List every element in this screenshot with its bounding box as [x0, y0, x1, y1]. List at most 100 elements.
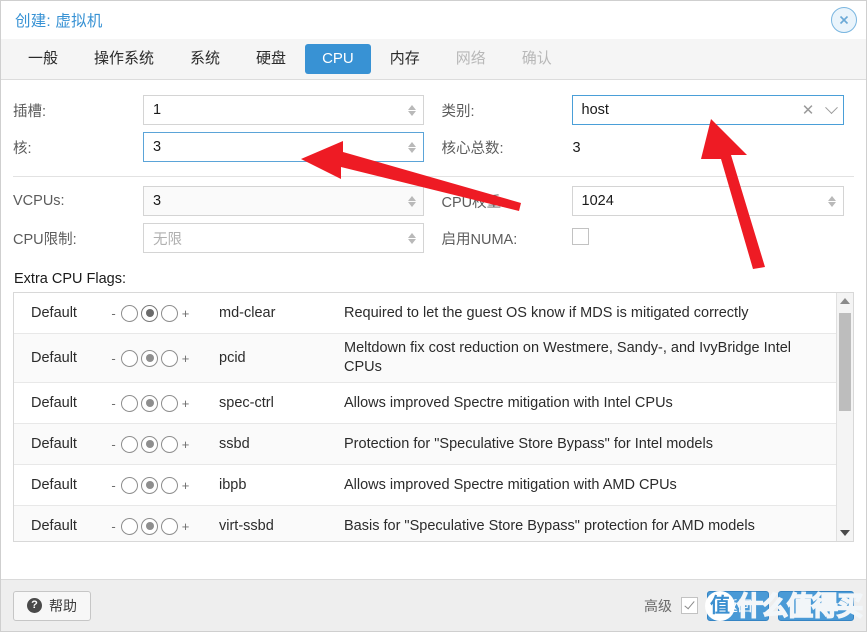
tab-system[interactable]: 系统 — [173, 44, 237, 74]
sockets-value: 1 — [144, 102, 401, 118]
help-button[interactable]: ? 帮助 — [13, 591, 91, 621]
flag-description: Allows improved Spectre mitigation with … — [344, 394, 836, 413]
cpu-form-right-column-2: CPU权重: 1024 启用NUMA: — [434, 183, 855, 257]
radio-off[interactable] — [121, 395, 138, 412]
sockets-label: 插槽: — [13, 100, 143, 121]
radio-on[interactable] — [161, 305, 178, 322]
radio-off[interactable] — [121, 305, 138, 322]
flag-tristate-control[interactable]: - + — [109, 477, 219, 494]
tab-cpu[interactable]: CPU — [305, 44, 371, 74]
radio-default[interactable] — [141, 518, 158, 535]
radio-off[interactable] — [121, 436, 138, 453]
table-row[interactable]: Default - + ssbd Protection for "Specula… — [14, 424, 836, 465]
chevron-down-icon[interactable] — [819, 106, 843, 115]
table-row[interactable]: Default - + md-clear Required to let the… — [14, 293, 836, 334]
radio-on[interactable] — [161, 477, 178, 494]
cpu-limit-value: 无限 — [144, 228, 401, 249]
plus-sign: + — [181, 478, 190, 493]
radio-on[interactable] — [161, 436, 178, 453]
back-button[interactable]: 返回 — [707, 591, 769, 621]
sockets-stepper[interactable] — [401, 105, 423, 116]
field-sockets: 插槽: 1 — [13, 92, 434, 128]
scrollbar-thumb[interactable] — [839, 313, 851, 411]
minus-sign: - — [109, 437, 118, 452]
flag-description: Required to let the guest OS know if MDS… — [344, 304, 836, 323]
dialog-footer: ? 帮助 高级 返回 下一步 值 什么值得买 — [1, 579, 866, 631]
cpu-units-label: CPU权重: — [442, 191, 572, 212]
field-cpu-units: CPU权重: 1024 — [442, 183, 855, 219]
cpu-limit-label: CPU限制: — [13, 228, 143, 249]
next-button[interactable]: 下一步 — [778, 591, 854, 621]
page-title: 创建: 虚拟机 — [15, 9, 103, 31]
table-row[interactable]: Default - + spec-ctrl Allows improved Sp… — [14, 383, 836, 424]
flag-name: md-clear — [219, 305, 344, 321]
tab-general[interactable]: 一般 — [11, 44, 75, 74]
cpu-limit-stepper[interactable] — [401, 233, 423, 244]
flag-state: Default — [14, 305, 109, 321]
flag-tristate-control[interactable]: - + — [109, 350, 219, 367]
scroll-down-arrow-icon[interactable] — [837, 525, 853, 541]
clear-x-icon[interactable]: ✕ — [797, 101, 819, 119]
flag-tristate-control[interactable]: - + — [109, 436, 219, 453]
tab-memory[interactable]: 内存 — [373, 44, 437, 74]
minus-sign: - — [109, 351, 118, 366]
cpu-form-bottom: VCPUs: 3 CPU限制: 无限 — [13, 181, 854, 257]
flag-tristate-control[interactable]: - + — [109, 395, 219, 412]
flags-scrollbar[interactable] — [836, 293, 853, 541]
cpu-type-value: host — [573, 102, 798, 118]
extra-cpu-flags-table: Default - + md-clear Required to let the… — [13, 292, 854, 542]
extra-cpu-flags-label: Extra CPU Flags: — [14, 271, 854, 287]
vcpus-stepper[interactable] — [401, 196, 423, 207]
tab-os[interactable]: 操作系统 — [77, 44, 171, 74]
cpu-units-input[interactable]: 1024 — [572, 186, 845, 216]
radio-off[interactable] — [121, 350, 138, 367]
radio-default[interactable] — [141, 350, 158, 367]
advanced-checkbox[interactable] — [681, 597, 698, 614]
minus-sign: - — [109, 396, 118, 411]
cores-label: 核: — [13, 137, 143, 158]
plus-sign: + — [181, 396, 190, 411]
flag-description: Meltdown fix cost reduction on Westmere,… — [344, 339, 836, 377]
cpu-form-right-column: 类别: host ✕ 核心总数: 3 — [434, 92, 855, 166]
next-button-label: 下一步 — [795, 596, 837, 616]
radio-default[interactable] — [141, 477, 158, 494]
enable-numa-checkbox[interactable] — [572, 228, 589, 245]
cpu-settings-panel: 插槽: 1 核: 3 — [1, 80, 866, 579]
flag-state: Default — [14, 395, 109, 411]
flag-name: virt-ssbd — [219, 518, 344, 534]
cores-stepper[interactable] — [401, 142, 423, 153]
plus-sign: + — [181, 351, 190, 366]
scroll-up-arrow-icon[interactable] — [837, 293, 853, 309]
radio-off[interactable] — [121, 518, 138, 535]
field-total-cores: 核心总数: 3 — [442, 129, 855, 165]
close-icon[interactable] — [831, 7, 857, 33]
radio-on[interactable] — [161, 350, 178, 367]
cpu-limit-input[interactable]: 无限 — [143, 223, 424, 253]
minus-sign: - — [109, 306, 118, 321]
flag-tristate-control[interactable]: - + — [109, 518, 219, 535]
radio-off[interactable] — [121, 477, 138, 494]
cpu-type-combobox[interactable]: host ✕ — [572, 95, 845, 125]
field-vcpus: VCPUs: 3 — [13, 183, 434, 219]
cpu-units-stepper[interactable] — [821, 196, 843, 207]
form-divider — [13, 176, 854, 177]
enable-numa-label: 启用NUMA: — [442, 228, 572, 249]
table-row[interactable]: Default - + ibpb Allows improved Spectre… — [14, 465, 836, 506]
scrollbar-track[interactable] — [837, 309, 853, 525]
flag-description: Allows improved Spectre mitigation with … — [344, 476, 836, 495]
flag-tristate-control[interactable]: - + — [109, 305, 219, 322]
field-cpu-limit: CPU限制: 无限 — [13, 220, 434, 256]
radio-on[interactable] — [161, 395, 178, 412]
vcpus-input[interactable]: 3 — [143, 186, 424, 216]
cores-input[interactable]: 3 — [143, 132, 424, 162]
table-row[interactable]: Default - + pcid Meltdown fix cost reduc… — [14, 334, 836, 383]
sockets-input[interactable]: 1 — [143, 95, 424, 125]
back-button-label: 返回 — [724, 596, 752, 616]
radio-default[interactable] — [141, 395, 158, 412]
radio-on[interactable] — [161, 518, 178, 535]
table-row[interactable]: Default - + virt-ssbd Basis for "Specula… — [14, 506, 836, 541]
radio-default[interactable] — [141, 305, 158, 322]
radio-default[interactable] — [141, 436, 158, 453]
flag-description: Protection for "Speculative Store Bypass… — [344, 435, 836, 454]
tab-disk[interactable]: 硬盘 — [239, 44, 303, 74]
